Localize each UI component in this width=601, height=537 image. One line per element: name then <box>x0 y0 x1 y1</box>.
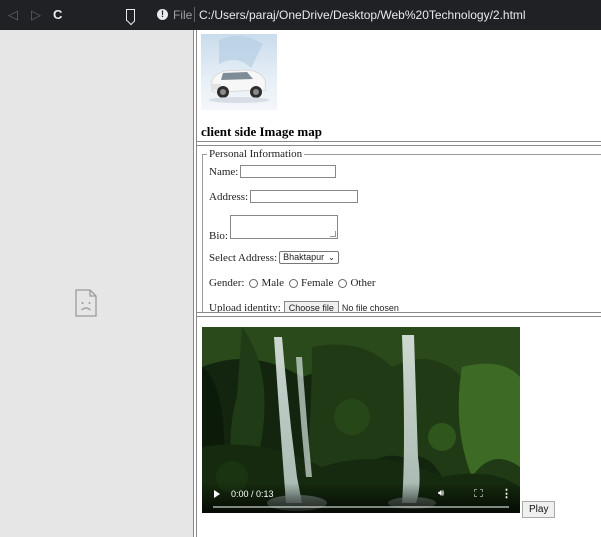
select-row: Select Address: Bhaktapur ⌄ <box>209 251 339 264</box>
radio-other-label: Other <box>350 277 376 289</box>
left-frame <box>0 30 193 537</box>
gender-row: Gender: Male Female Other <box>209 277 375 289</box>
upload-row: Upload identity: Choose file No file cho… <box>209 301 399 312</box>
info-icon[interactable]: ! <box>157 9 168 20</box>
image-map-frame: client side Image map <box>197 30 601 142</box>
select-address-label: Select Address: <box>209 251 278 264</box>
address-row: Address: <box>209 190 359 203</box>
name-row: Name: <box>209 165 337 178</box>
more-options-icon[interactable]: ⋮ <box>501 487 512 500</box>
image-map-heading: client side Image map <box>201 124 322 139</box>
bookmark-icon[interactable] <box>126 9 135 21</box>
form-frame: Personal Information Name: Address: Bio:… <box>197 146 601 312</box>
video-controls: 0:00 / 0:13 🔊︎ ⋮ <box>202 483 520 513</box>
arrow-left-icon[interactable]: ◁ <box>8 7 18 23</box>
select-value: Bhaktapur <box>283 252 325 262</box>
car-image[interactable] <box>201 34 277 110</box>
bio-label: Bio: <box>209 230 228 242</box>
personal-info-fieldset: Personal Information Name: Address: Bio:… <box>202 148 601 312</box>
radio-other[interactable] <box>338 278 348 288</box>
name-label: Name: <box>209 165 239 178</box>
arrow-right-icon[interactable]: ▷ <box>31 7 41 23</box>
volume-icon[interactable]: 🔊︎ <box>438 488 444 499</box>
sad-page-icon <box>75 289 97 317</box>
radio-male[interactable] <box>249 278 259 288</box>
address-select[interactable]: Bhaktapur ⌄ <box>279 251 339 264</box>
browser-toolbar: ◁ ▷ C ! File C:/Users/paraj/OneDrive/Des… <box>0 0 601 30</box>
upload-label: Upload identity: <box>209 302 281 312</box>
chevron-down-icon: ⌄ <box>328 253 335 262</box>
bio-row: Bio: <box>209 215 338 242</box>
address-input[interactable] <box>250 190 359 203</box>
radio-male-label: Male <box>261 277 285 289</box>
fieldset-legend: Personal Information <box>207 148 305 160</box>
address-bar-url[interactable]: C:/Users/paraj/OneDrive/Desktop/Web%20Te… <box>199 8 526 22</box>
play-icon[interactable] <box>214 490 220 498</box>
waterfall-video[interactable]: 0:00 / 0:13 🔊︎ ⋮ <box>202 327 520 513</box>
video-time: 0:00 / 0:13 <box>231 489 274 499</box>
address-separator <box>194 7 195 22</box>
video-progress-bar[interactable] <box>213 506 509 508</box>
choose-file-button[interactable]: Choose file <box>283 301 339 312</box>
bio-textarea[interactable] <box>229 215 338 239</box>
file-scheme-label: File <box>173 8 193 22</box>
address-label: Address: <box>209 190 249 203</box>
reload-icon[interactable]: C <box>53 7 62 23</box>
name-input[interactable] <box>240 165 337 178</box>
file-status: No file chosen <box>341 303 399 312</box>
radio-female-label: Female <box>301 277 334 289</box>
play-button[interactable]: Play <box>522 501 556 518</box>
video-frame: 0:00 / 0:13 🔊︎ ⋮ Play <box>197 317 601 537</box>
radio-female[interactable] <box>289 278 299 288</box>
fullscreen-icon[interactable] <box>474 489 483 497</box>
gender-label: Gender: <box>209 277 245 289</box>
